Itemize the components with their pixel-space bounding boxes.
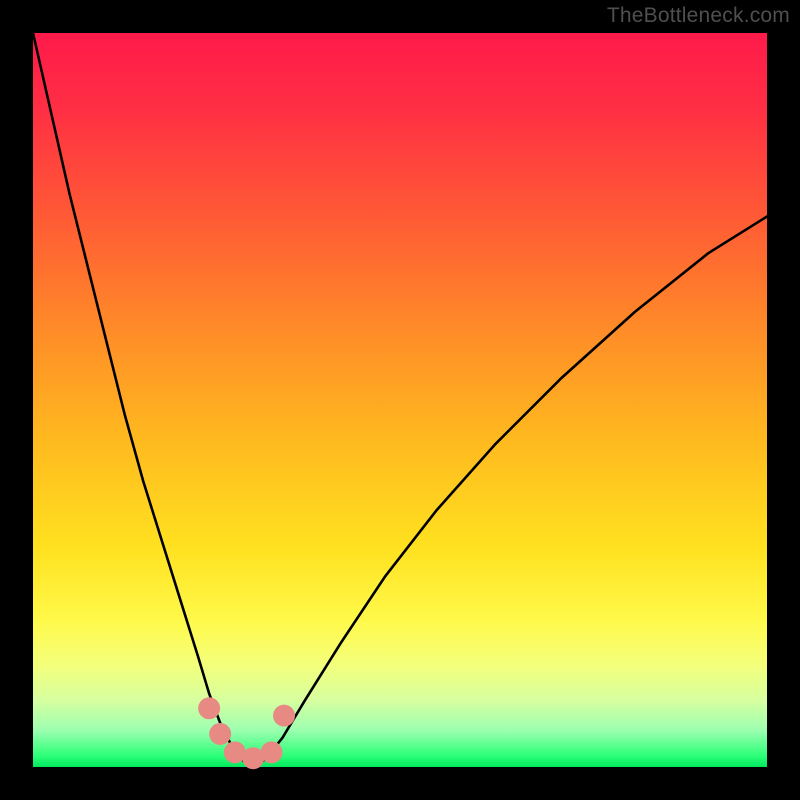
- plot-background: [33, 33, 767, 767]
- bottleneck-chart: [0, 0, 800, 800]
- curve-marker: [273, 705, 295, 727]
- curve-marker: [198, 697, 220, 719]
- curve-marker: [261, 741, 283, 763]
- curve-marker: [209, 723, 231, 745]
- chart-frame: TheBottleneck.com: [0, 0, 800, 800]
- watermark-text: TheBottleneck.com: [607, 4, 790, 28]
